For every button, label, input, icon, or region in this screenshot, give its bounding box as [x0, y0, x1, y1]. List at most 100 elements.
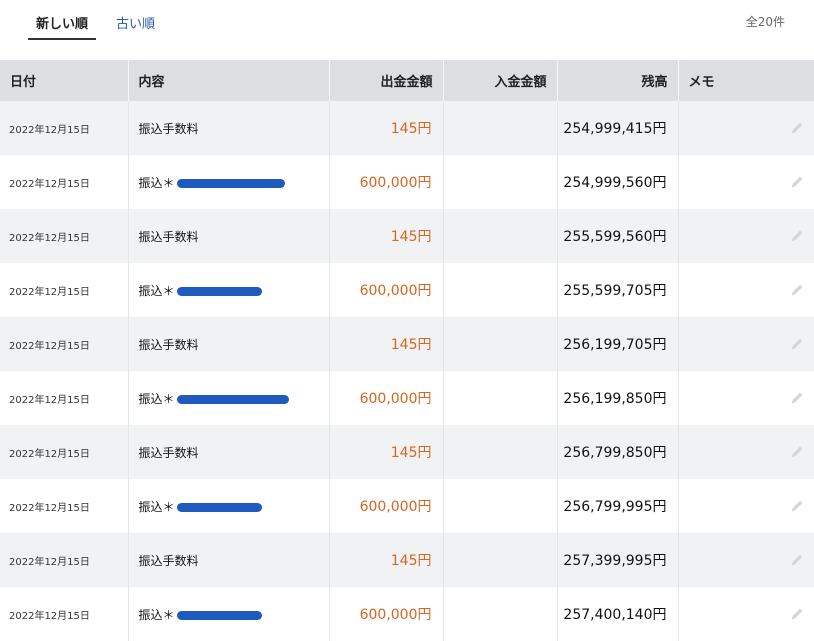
- sort-tabs-bar: 新しい順 古い順 全20件: [0, 0, 814, 60]
- pencil-icon[interactable]: [790, 606, 804, 622]
- description-text: 振込＊: [138, 607, 175, 622]
- cell-memo: [678, 533, 814, 587]
- cell-deposit: [443, 425, 558, 479]
- description-text: 振込手数料: [138, 445, 199, 460]
- cell-deposit: [443, 371, 558, 425]
- redaction-mark: [176, 610, 262, 620]
- cell-balance: 256,799,995円: [557, 479, 679, 533]
- cell-description: 振込＊: [128, 479, 330, 533]
- cell-deposit: [443, 317, 558, 371]
- cell-memo: [678, 155, 814, 209]
- cell-date: 2022年12月15日: [0, 317, 129, 371]
- cell-date: 2022年12月15日: [0, 263, 129, 317]
- description-text: 振込＊: [138, 391, 175, 406]
- cell-balance: 257,400,140円: [557, 587, 679, 641]
- pencil-icon[interactable]: [790, 174, 804, 190]
- description-text: 振込手数料: [138, 229, 199, 244]
- cell-withdrawal: 600,000円: [329, 155, 444, 209]
- description-text: 振込手数料: [138, 337, 199, 352]
- cell-withdrawal: 145円: [329, 209, 444, 263]
- cell-date: 2022年12月15日: [0, 479, 129, 533]
- table-header-row: 日付 内容 出金金額 入金金額 残高 メモ: [0, 60, 814, 101]
- cell-date: 2022年12月15日: [0, 371, 129, 425]
- pencil-icon[interactable]: [790, 282, 804, 298]
- cell-date: 2022年12月15日: [0, 533, 129, 587]
- redaction-mark: [176, 178, 285, 188]
- total-count: 全20件: [745, 15, 785, 29]
- cell-memo: [678, 101, 814, 155]
- pencil-icon[interactable]: [790, 336, 804, 352]
- cell-balance: 255,599,560円: [557, 209, 679, 263]
- cell-withdrawal: 600,000円: [329, 263, 444, 317]
- description-text: 振込手数料: [138, 121, 199, 136]
- cell-memo: [678, 317, 814, 371]
- cell-description: 振込＊: [128, 155, 330, 209]
- cell-deposit: [443, 587, 558, 641]
- pencil-icon[interactable]: [790, 552, 804, 568]
- transactions-body: 2022年12月15日 振込手数料 145円 254,999,415円 2022年12月…: [0, 101, 814, 641]
- tab-newest-first[interactable]: 新しい順: [28, 13, 96, 32]
- table-row: 2022年12月15日 振込手数料 145円 256,799,850円: [0, 425, 814, 479]
- redaction-mark: [176, 286, 262, 296]
- table-row: 2022年12月15日 振込＊ 600,000円 257,400,140円: [0, 587, 814, 641]
- cell-memo: [678, 425, 814, 479]
- cell-withdrawal: 145円: [329, 101, 444, 155]
- table-row: 2022年12月15日 振込＊ 600,000円 255,599,705円: [0, 263, 814, 317]
- header-description: 内容: [128, 60, 330, 101]
- cell-balance: 256,199,705円: [557, 317, 679, 371]
- cell-description: 振込＊: [128, 263, 330, 317]
- cell-description: 振込手数料: [128, 101, 330, 155]
- cell-memo: [678, 209, 814, 263]
- cell-description: 振込手数料: [128, 317, 330, 371]
- cell-balance: 256,799,850円: [557, 425, 679, 479]
- table-row: 2022年12月15日 振込＊ 600,000円 256,799,995円: [0, 479, 814, 533]
- cell-deposit: [443, 155, 558, 209]
- table-row: 2022年12月15日 振込手数料 145円 255,599,560円: [0, 209, 814, 263]
- cell-withdrawal: 145円: [329, 317, 444, 371]
- description-text: 振込＊: [138, 283, 175, 298]
- cell-date: 2022年12月15日: [0, 587, 129, 641]
- cell-description: 振込手数料: [128, 209, 330, 263]
- header-deposit: 入金金額: [443, 60, 558, 101]
- header-balance: 残高: [557, 60, 679, 101]
- cell-deposit: [443, 479, 558, 533]
- table-row: 2022年12月15日 振込＊ 600,000円 254,999,560円: [0, 155, 814, 209]
- table-row: 2022年12月15日 振込＊ 600,000円 256,199,850円: [0, 371, 814, 425]
- cell-balance: 254,999,415円: [557, 101, 679, 155]
- cell-memo: [678, 263, 814, 317]
- cell-balance: 257,399,995円: [557, 533, 679, 587]
- cell-deposit: [443, 209, 558, 263]
- pencil-icon[interactable]: [790, 120, 804, 136]
- cell-deposit: [443, 101, 558, 155]
- pencil-icon[interactable]: [790, 390, 804, 406]
- cell-memo: [678, 371, 814, 425]
- tab-oldest-first[interactable]: 古い順: [116, 13, 155, 32]
- cell-memo: [678, 587, 814, 641]
- active-tab-indicator: [28, 38, 96, 40]
- pencil-icon[interactable]: [790, 228, 804, 244]
- cell-withdrawal: 600,000円: [329, 479, 444, 533]
- redaction-mark: [176, 502, 262, 512]
- cell-balance: 256,199,850円: [557, 371, 679, 425]
- cell-deposit: [443, 533, 558, 587]
- cell-deposit: [443, 263, 558, 317]
- cell-date: 2022年12月15日: [0, 101, 129, 155]
- description-text: 振込＊: [138, 499, 175, 514]
- cell-date: 2022年12月15日: [0, 209, 129, 263]
- cell-balance: 254,999,560円: [557, 155, 679, 209]
- description-text: 振込＊: [138, 175, 175, 190]
- table-row: 2022年12月15日 振込手数料 145円 256,199,705円: [0, 317, 814, 371]
- cell-date: 2022年12月15日: [0, 155, 129, 209]
- header-withdrawal: 出金金額: [329, 60, 444, 101]
- header-date: 日付: [0, 60, 129, 101]
- cell-balance: 255,599,705円: [557, 263, 679, 317]
- pencil-icon[interactable]: [790, 444, 804, 460]
- table-row: 2022年12月15日 振込手数料 145円 254,999,415円: [0, 101, 814, 155]
- pencil-icon[interactable]: [790, 498, 804, 514]
- cell-withdrawal: 600,000円: [329, 371, 444, 425]
- transactions-table: 日付 内容 出金金額 入金金額 残高 メモ 2022年12月15日 振込手数料 14…: [0, 60, 814, 641]
- cell-withdrawal: 600,000円: [329, 587, 444, 641]
- cell-date: 2022年12月15日: [0, 425, 129, 479]
- cell-memo: [678, 479, 814, 533]
- cell-description: 振込手数料: [128, 533, 330, 587]
